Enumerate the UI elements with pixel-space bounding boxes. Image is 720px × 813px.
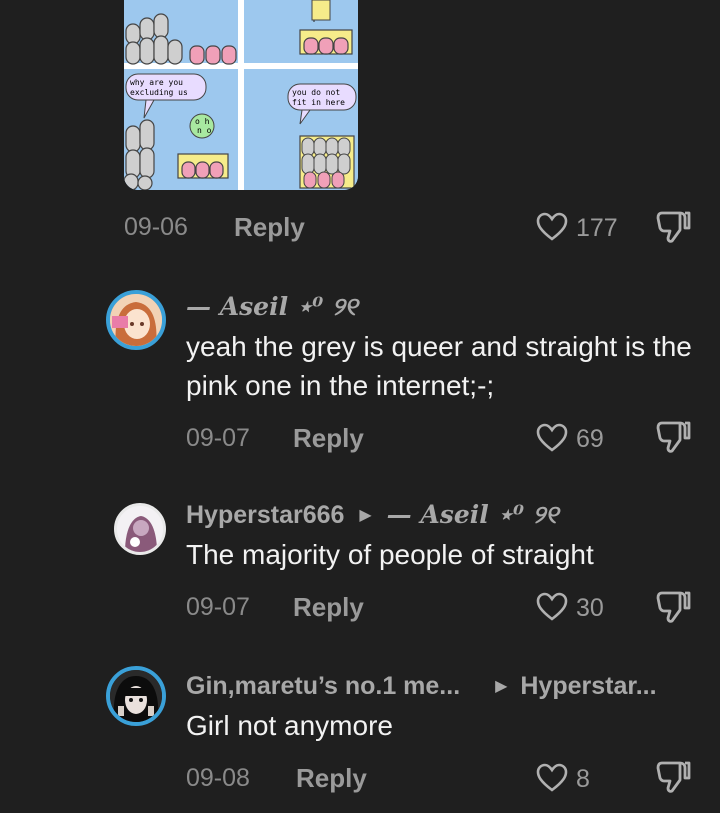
comment-author[interactable]: — Aseil ⋆⁰ ୨୧ (186, 292, 358, 322)
like-button[interactable] (536, 212, 568, 242)
dislike-button[interactable] (656, 760, 692, 794)
like-count: 8 (576, 765, 590, 793)
comment-text: The majority of people of straight (186, 539, 594, 570)
reply-button[interactable]: Reply (293, 423, 364, 454)
reply-button[interactable]: Reply (293, 592, 364, 623)
reply-to-user[interactable]: — Aseil ⋆⁰ ୨୧ (387, 500, 559, 529)
heart-icon (536, 423, 568, 452)
comment-author[interactable]: Hyperstar666 (186, 501, 344, 529)
comic-bubble-right-line1: you do not (292, 88, 340, 97)
comment-text: yeah the grey is queer and straight is t… (186, 331, 692, 401)
comic-bubble-left-line1: why are you (130, 78, 183, 87)
like-count: 177 (576, 214, 618, 242)
comment-author[interactable]: Gin,maretu’s no.1 me... (186, 672, 460, 700)
dislike-icon (656, 591, 691, 623)
comic-bubble-left-line2: excluding us (130, 88, 188, 97)
reply-button[interactable]: Reply (296, 763, 367, 794)
avatar[interactable] (114, 503, 166, 555)
svg-text:n o: n o (197, 126, 212, 135)
reply-button[interactable]: Reply (234, 212, 305, 243)
dislike-icon (656, 211, 691, 243)
dislike-icon (656, 421, 691, 453)
comment-author-line: Gin,maretu’s no.1 me... ▶ Hyperstar... (186, 672, 657, 701)
avatar[interactable] (106, 290, 166, 350)
heart-icon (536, 592, 568, 621)
like-button[interactable] (536, 592, 568, 622)
heart-icon (536, 212, 568, 241)
dislike-icon (656, 761, 691, 793)
comment-text: Girl not anymore (186, 710, 393, 741)
avatar[interactable] (106, 666, 166, 726)
like-count: 30 (576, 594, 604, 622)
svg-text:o h: o h (195, 117, 210, 126)
comment-date: 09-06 (124, 213, 188, 241)
dislike-button[interactable] (656, 590, 692, 624)
comment-date: 09-08 (186, 764, 250, 792)
dislike-button[interactable] (656, 210, 692, 244)
like-button[interactable] (536, 763, 568, 793)
reply-arrow-icon: ▶ (359, 507, 372, 524)
comment-date: 09-07 (186, 424, 250, 452)
heart-icon (536, 763, 568, 792)
comment-image[interactable]: why are you excluding us o h n o you do … (124, 0, 358, 190)
reply-to-user[interactable]: Hyperstar... (520, 672, 656, 700)
comment-author-line: Hyperstar666 ▶ — Aseil ⋆⁰ ୨୧ (186, 500, 558, 530)
reply-arrow-icon: ▶ (495, 678, 508, 695)
comment-date: 09-07 (186, 593, 250, 621)
comic-bubble-right-line2: fit in here (292, 98, 345, 107)
like-count: 69 (576, 425, 604, 453)
dislike-button[interactable] (656, 420, 692, 454)
like-button[interactable] (536, 423, 568, 453)
